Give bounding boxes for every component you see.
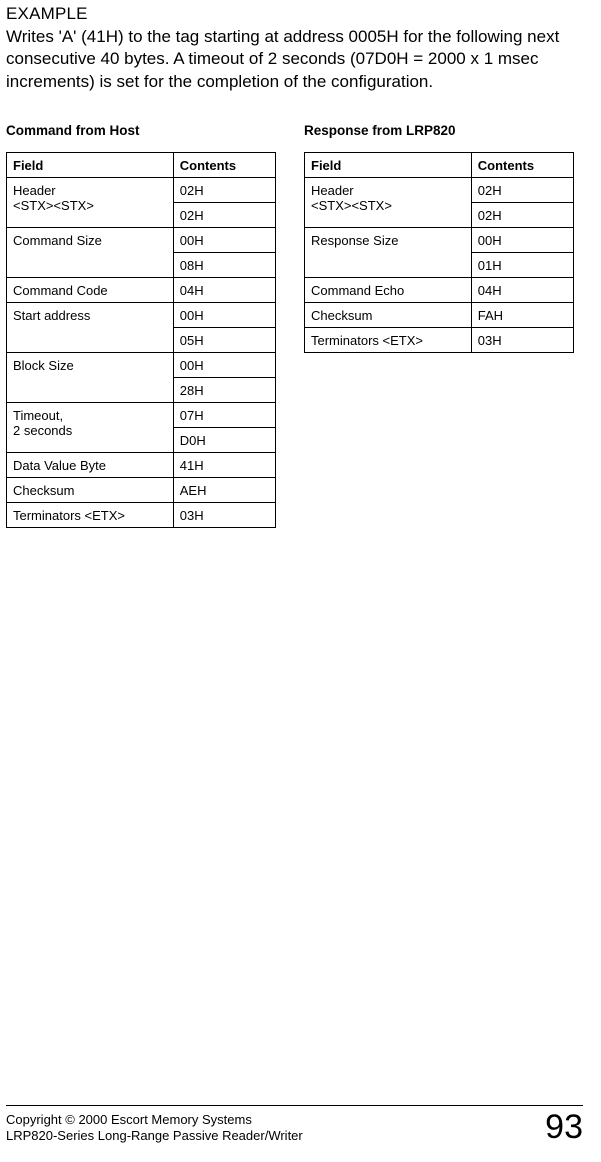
table-row: Terminators <ETX>03H [7, 503, 276, 528]
command-from-host-title: Command from Host [6, 123, 276, 138]
table-row: Command Echo04H [305, 278, 574, 303]
command-from-host-table: Field Contents Header <STX><STX>02H02HCo… [6, 152, 276, 528]
field-cell: Block Size [7, 353, 174, 403]
contents-cell: AEH [173, 478, 275, 503]
contents-cell: 03H [173, 503, 275, 528]
response-from-lrp820-title: Response from LRP820 [304, 123, 574, 138]
contents-cell: FAH [471, 303, 573, 328]
command-from-host-column: Command from Host Field Contents Header … [6, 123, 276, 528]
contents-cell: 28H [173, 378, 275, 403]
table-header-contents: Contents [471, 153, 573, 178]
response-from-lrp820-table: Field Contents Header <STX><STX>02H02HRe… [304, 152, 574, 353]
contents-cell: 41H [173, 453, 275, 478]
field-cell: Data Value Byte [7, 453, 174, 478]
table-row: Data Value Byte41H [7, 453, 276, 478]
example-body: Writes 'A' (41H) to the tag starting at … [6, 26, 583, 93]
field-cell: Command Echo [305, 278, 472, 303]
field-cell: Checksum [7, 478, 174, 503]
contents-cell: D0H [173, 428, 275, 453]
table-row: ChecksumFAH [305, 303, 574, 328]
footer-product: LRP820-Series Long-Range Passive Reader/… [6, 1128, 303, 1144]
field-cell: Checksum [305, 303, 472, 328]
table-row: Command Size00H [7, 228, 276, 253]
contents-cell: 05H [173, 328, 275, 353]
contents-cell: 02H [471, 203, 573, 228]
table-row: Command Code04H [7, 278, 276, 303]
example-heading: EXAMPLE [6, 4, 583, 24]
table-row: Block Size00H [7, 353, 276, 378]
page-footer: Copyright © 2000 Escort Memory Systems L… [6, 1105, 583, 1144]
table-row: Header <STX><STX>02H [305, 178, 574, 203]
contents-cell: 08H [173, 253, 275, 278]
contents-cell: 00H [173, 303, 275, 328]
field-cell: Command Code [7, 278, 174, 303]
contents-cell: 00H [471, 228, 573, 253]
response-from-lrp820-column: Response from LRP820 Field Contents Head… [304, 123, 574, 528]
footer-copyright: Copyright © 2000 Escort Memory Systems [6, 1112, 303, 1128]
contents-cell: 02H [173, 178, 275, 203]
table-row: ChecksumAEH [7, 478, 276, 503]
field-cell: Terminators <ETX> [7, 503, 174, 528]
table-header-field: Field [7, 153, 174, 178]
contents-cell: 00H [173, 353, 275, 378]
page-number: 93 [545, 1110, 583, 1144]
contents-cell: 02H [173, 203, 275, 228]
contents-cell: 01H [471, 253, 573, 278]
table-row: Header <STX><STX>02H [7, 178, 276, 203]
contents-cell: 03H [471, 328, 573, 353]
field-cell: Header <STX><STX> [7, 178, 174, 228]
contents-cell: 02H [471, 178, 573, 203]
table-header-field: Field [305, 153, 472, 178]
field-cell: Command Size [7, 228, 174, 278]
table-row: Response Size00H [305, 228, 574, 253]
tables-container: Command from Host Field Contents Header … [6, 123, 583, 528]
contents-cell: 07H [173, 403, 275, 428]
table-header-contents: Contents [173, 153, 275, 178]
contents-cell: 00H [173, 228, 275, 253]
field-cell: Header <STX><STX> [305, 178, 472, 228]
table-row: Terminators <ETX>03H [305, 328, 574, 353]
field-cell: Start address [7, 303, 174, 353]
footer-text: Copyright © 2000 Escort Memory Systems L… [6, 1112, 303, 1145]
contents-cell: 04H [173, 278, 275, 303]
field-cell: Terminators <ETX> [305, 328, 472, 353]
table-row: Timeout, 2 seconds07H [7, 403, 276, 428]
table-row: Start address00H [7, 303, 276, 328]
contents-cell: 04H [471, 278, 573, 303]
field-cell: Response Size [305, 228, 472, 278]
field-cell: Timeout, 2 seconds [7, 403, 174, 453]
